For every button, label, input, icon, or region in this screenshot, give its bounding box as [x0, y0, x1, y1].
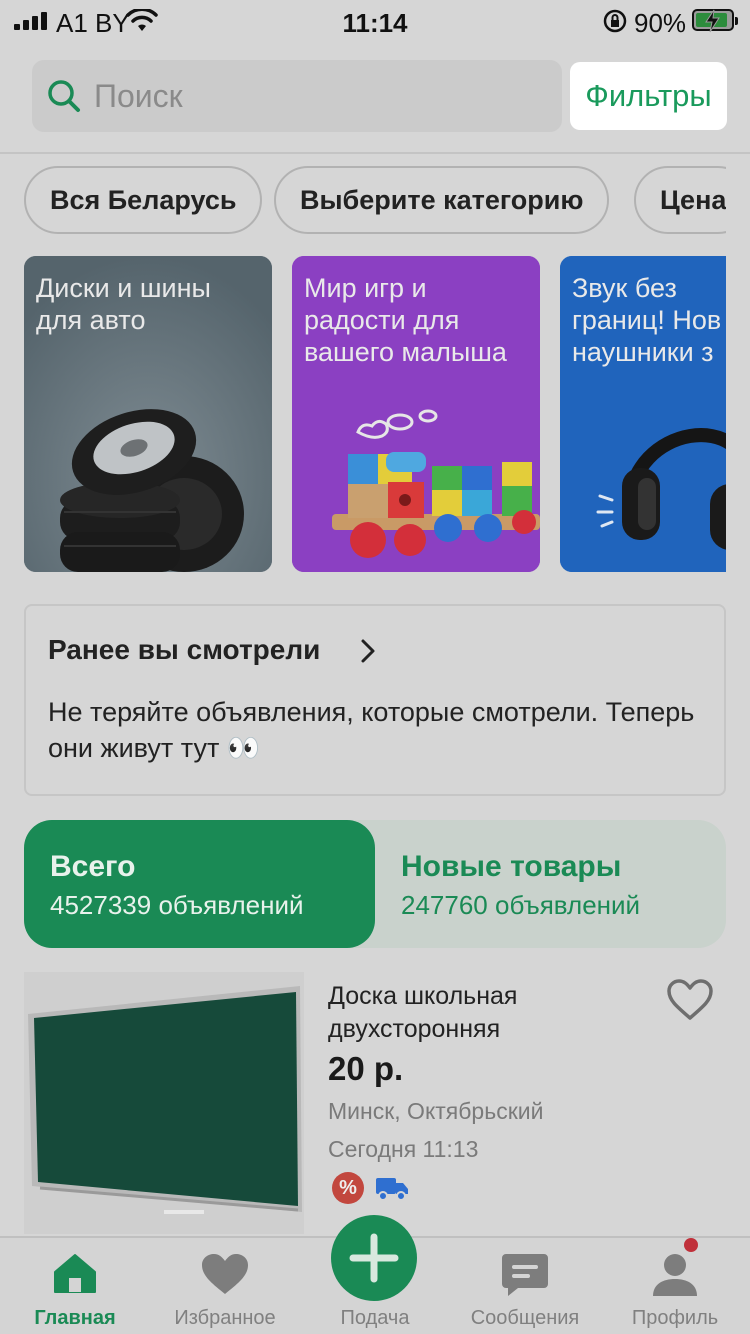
- header-divider: [0, 152, 750, 154]
- chip-price[interactable]: Цена: [634, 166, 726, 234]
- search-placeholder: Поиск: [94, 78, 183, 114]
- home-icon: [54, 1254, 96, 1293]
- chevron-right-icon: [361, 639, 375, 663]
- tab-messages-label: Сообщения: [470, 1307, 580, 1329]
- tab-favorites[interactable]: Избранное: [150, 1238, 300, 1334]
- tab-home[interactable]: Главная: [0, 1238, 150, 1334]
- recently-viewed-text: Не теряйте объявления, которые смотрели.…: [48, 697, 695, 763]
- chip-region[interactable]: Вся Беларусь: [24, 166, 263, 234]
- post-ad-button[interactable]: [331, 1215, 417, 1301]
- battery-percent: 90%: [634, 8, 687, 38]
- new-listings-count: 247760 объявлений: [401, 890, 641, 920]
- banner-toys[interactable]: Мир игр и радости для вашего малыша: [292, 256, 540, 572]
- filter-chips: Вся Беларусь Выберите категорию Цена: [24, 166, 726, 236]
- chalkboard-image: [24, 972, 304, 1234]
- charging-bolt-icon: [705, 9, 720, 33]
- listing-location: Минск, Октябрьский: [328, 1098, 544, 1124]
- all-listings-label: Всего: [50, 850, 136, 883]
- listing-counters: Всего 4527339 объявлений Новые товары 24…: [24, 820, 726, 948]
- tab-profile[interactable]: Профиль: [600, 1238, 750, 1334]
- notification-dot: [684, 1238, 698, 1252]
- listing-image[interactable]: [24, 972, 304, 1234]
- listing-date: Сегодня 11:13: [328, 1136, 479, 1162]
- battery-icon: [692, 9, 738, 33]
- tab-favorites-label: Избранное: [174, 1307, 276, 1329]
- banner-title: Звук без границ! Нов наушники з: [572, 273, 722, 367]
- recently-viewed-card[interactable]: Ранее вы смотрели Не теряйте объявления,…: [24, 604, 726, 796]
- search-input[interactable]: Поиск: [32, 60, 562, 132]
- status-bar: A1 BY 11:14 90%: [0, 0, 750, 40]
- discount-badge: %: [332, 1172, 364, 1204]
- all-listings-count: 4527339 объявлений: [50, 890, 304, 920]
- tab-messages[interactable]: Сообщения: [450, 1238, 600, 1334]
- profile-icon: [653, 1254, 697, 1296]
- tab-post-label: Подача: [340, 1307, 410, 1329]
- tab-profile-label: Профиль: [631, 1307, 719, 1329]
- promo-banners: Диски и шины для авто Мир игр и радости …: [24, 256, 726, 572]
- plus-icon: [349, 1233, 399, 1283]
- banner-title: Диски и шины для авто: [36, 273, 211, 335]
- banner-tires[interactable]: Диски и шины для авто: [24, 256, 272, 572]
- rotation-lock-icon: [603, 9, 627, 33]
- banner-headphones[interactable]: Звук без границ! Нов наушники з: [560, 256, 726, 572]
- delivery-truck-icon: [376, 1178, 408, 1201]
- all-listings-tab[interactable]: Всего 4527339 объявлений: [24, 820, 375, 948]
- chat-bubble-icon: [502, 1254, 548, 1296]
- listing-price: 20 р.: [328, 1050, 404, 1087]
- new-listings-label: Новые товары: [401, 850, 622, 883]
- tab-home-label: Главная: [34, 1307, 116, 1329]
- filters-button[interactable]: Фильтры: [570, 62, 727, 130]
- listing-title[interactable]: Доска школьная двухсторонняя: [328, 980, 648, 1046]
- new-listings-tab[interactable]: Новые товары 247760 объявлений: [375, 820, 726, 948]
- recently-viewed-title: Ранее вы смотрели: [48, 634, 321, 665]
- banner-title: Мир игр и радости для вашего малыша: [304, 273, 507, 367]
- search-icon: [48, 80, 80, 112]
- chip-category[interactable]: Выберите категорию: [274, 166, 610, 234]
- heart-outline-icon[interactable]: [666, 978, 714, 1022]
- heart-icon: [202, 1254, 248, 1294]
